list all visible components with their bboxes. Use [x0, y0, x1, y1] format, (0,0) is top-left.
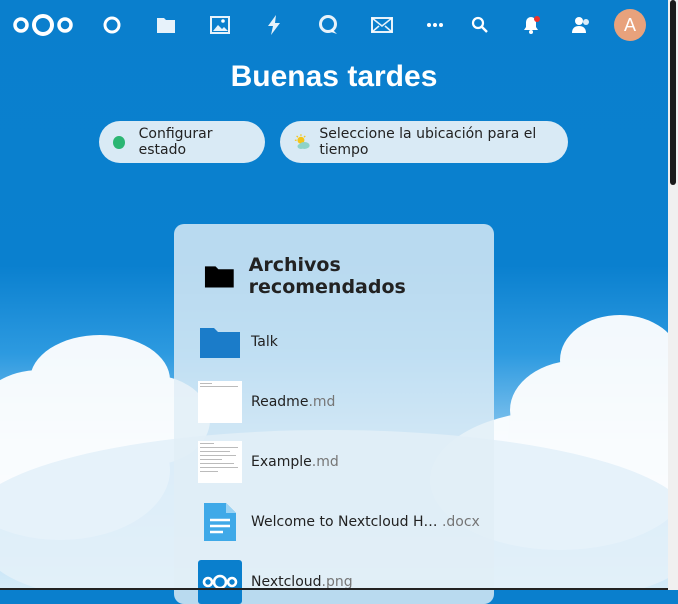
- folder-icon: [198, 320, 242, 364]
- contacts-icon[interactable]: [568, 12, 594, 38]
- scrollbar-thumb[interactable]: [670, 0, 676, 185]
- greeting-title: Buenas tardes: [230, 60, 438, 93]
- recommended-files-widget: Archivos recomendados Talk Readme.md Exa…: [174, 224, 494, 604]
- photos-icon[interactable]: [207, 12, 233, 38]
- file-item[interactable]: Welcome to Nextcloud H… .docx: [198, 500, 488, 544]
- dashboard-icon[interactable]: [99, 12, 125, 38]
- text-document-icon: [198, 500, 242, 544]
- page-scrollbar[interactable]: [668, 0, 678, 590]
- widget-header: Archivos recomendados: [204, 254, 494, 298]
- image-thumbnail-icon: [198, 560, 242, 604]
- notification-badge: [534, 16, 540, 22]
- notifications-icon[interactable]: [518, 12, 544, 38]
- folder-icon: [204, 266, 234, 288]
- weather-location-label: Seleccione la ubicación para el tiempo: [319, 126, 537, 158]
- file-name: Readme.md: [251, 394, 336, 410]
- set-status-button[interactable]: Configurar estado: [99, 121, 265, 163]
- file-item[interactable]: Example.md: [198, 440, 488, 484]
- file-name: Example.md: [251, 454, 339, 470]
- status-online-icon: [113, 135, 125, 149]
- set-status-label: Configurar estado: [138, 126, 213, 158]
- file-name: Talk: [251, 334, 278, 350]
- file-item[interactable]: Readme.md: [198, 380, 488, 424]
- user-avatar[interactable]: A: [614, 9, 646, 41]
- more-apps-icon[interactable]: [422, 12, 448, 38]
- widget-title: Archivos recomendados: [248, 254, 406, 298]
- document-thumbnail-icon: [198, 440, 242, 484]
- search-icon[interactable]: [467, 12, 493, 38]
- mail-icon[interactable]: [369, 12, 395, 38]
- file-item[interactable]: Talk: [198, 320, 488, 364]
- top-navigation-bar: A: [0, 0, 668, 50]
- weather-partly-cloudy-icon: [294, 134, 310, 149]
- weather-location-button[interactable]: Seleccione la ubicación para el tiempo: [280, 121, 568, 163]
- nextcloud-logo-icon[interactable]: [12, 13, 74, 37]
- files-icon[interactable]: [153, 12, 179, 38]
- talk-icon[interactable]: [315, 12, 341, 38]
- activity-icon[interactable]: [261, 12, 287, 38]
- file-item[interactable]: Nextcloud.png: [198, 560, 488, 604]
- document-thumbnail-icon: [198, 380, 242, 424]
- file-name: Welcome to Nextcloud H… .docx: [251, 514, 480, 530]
